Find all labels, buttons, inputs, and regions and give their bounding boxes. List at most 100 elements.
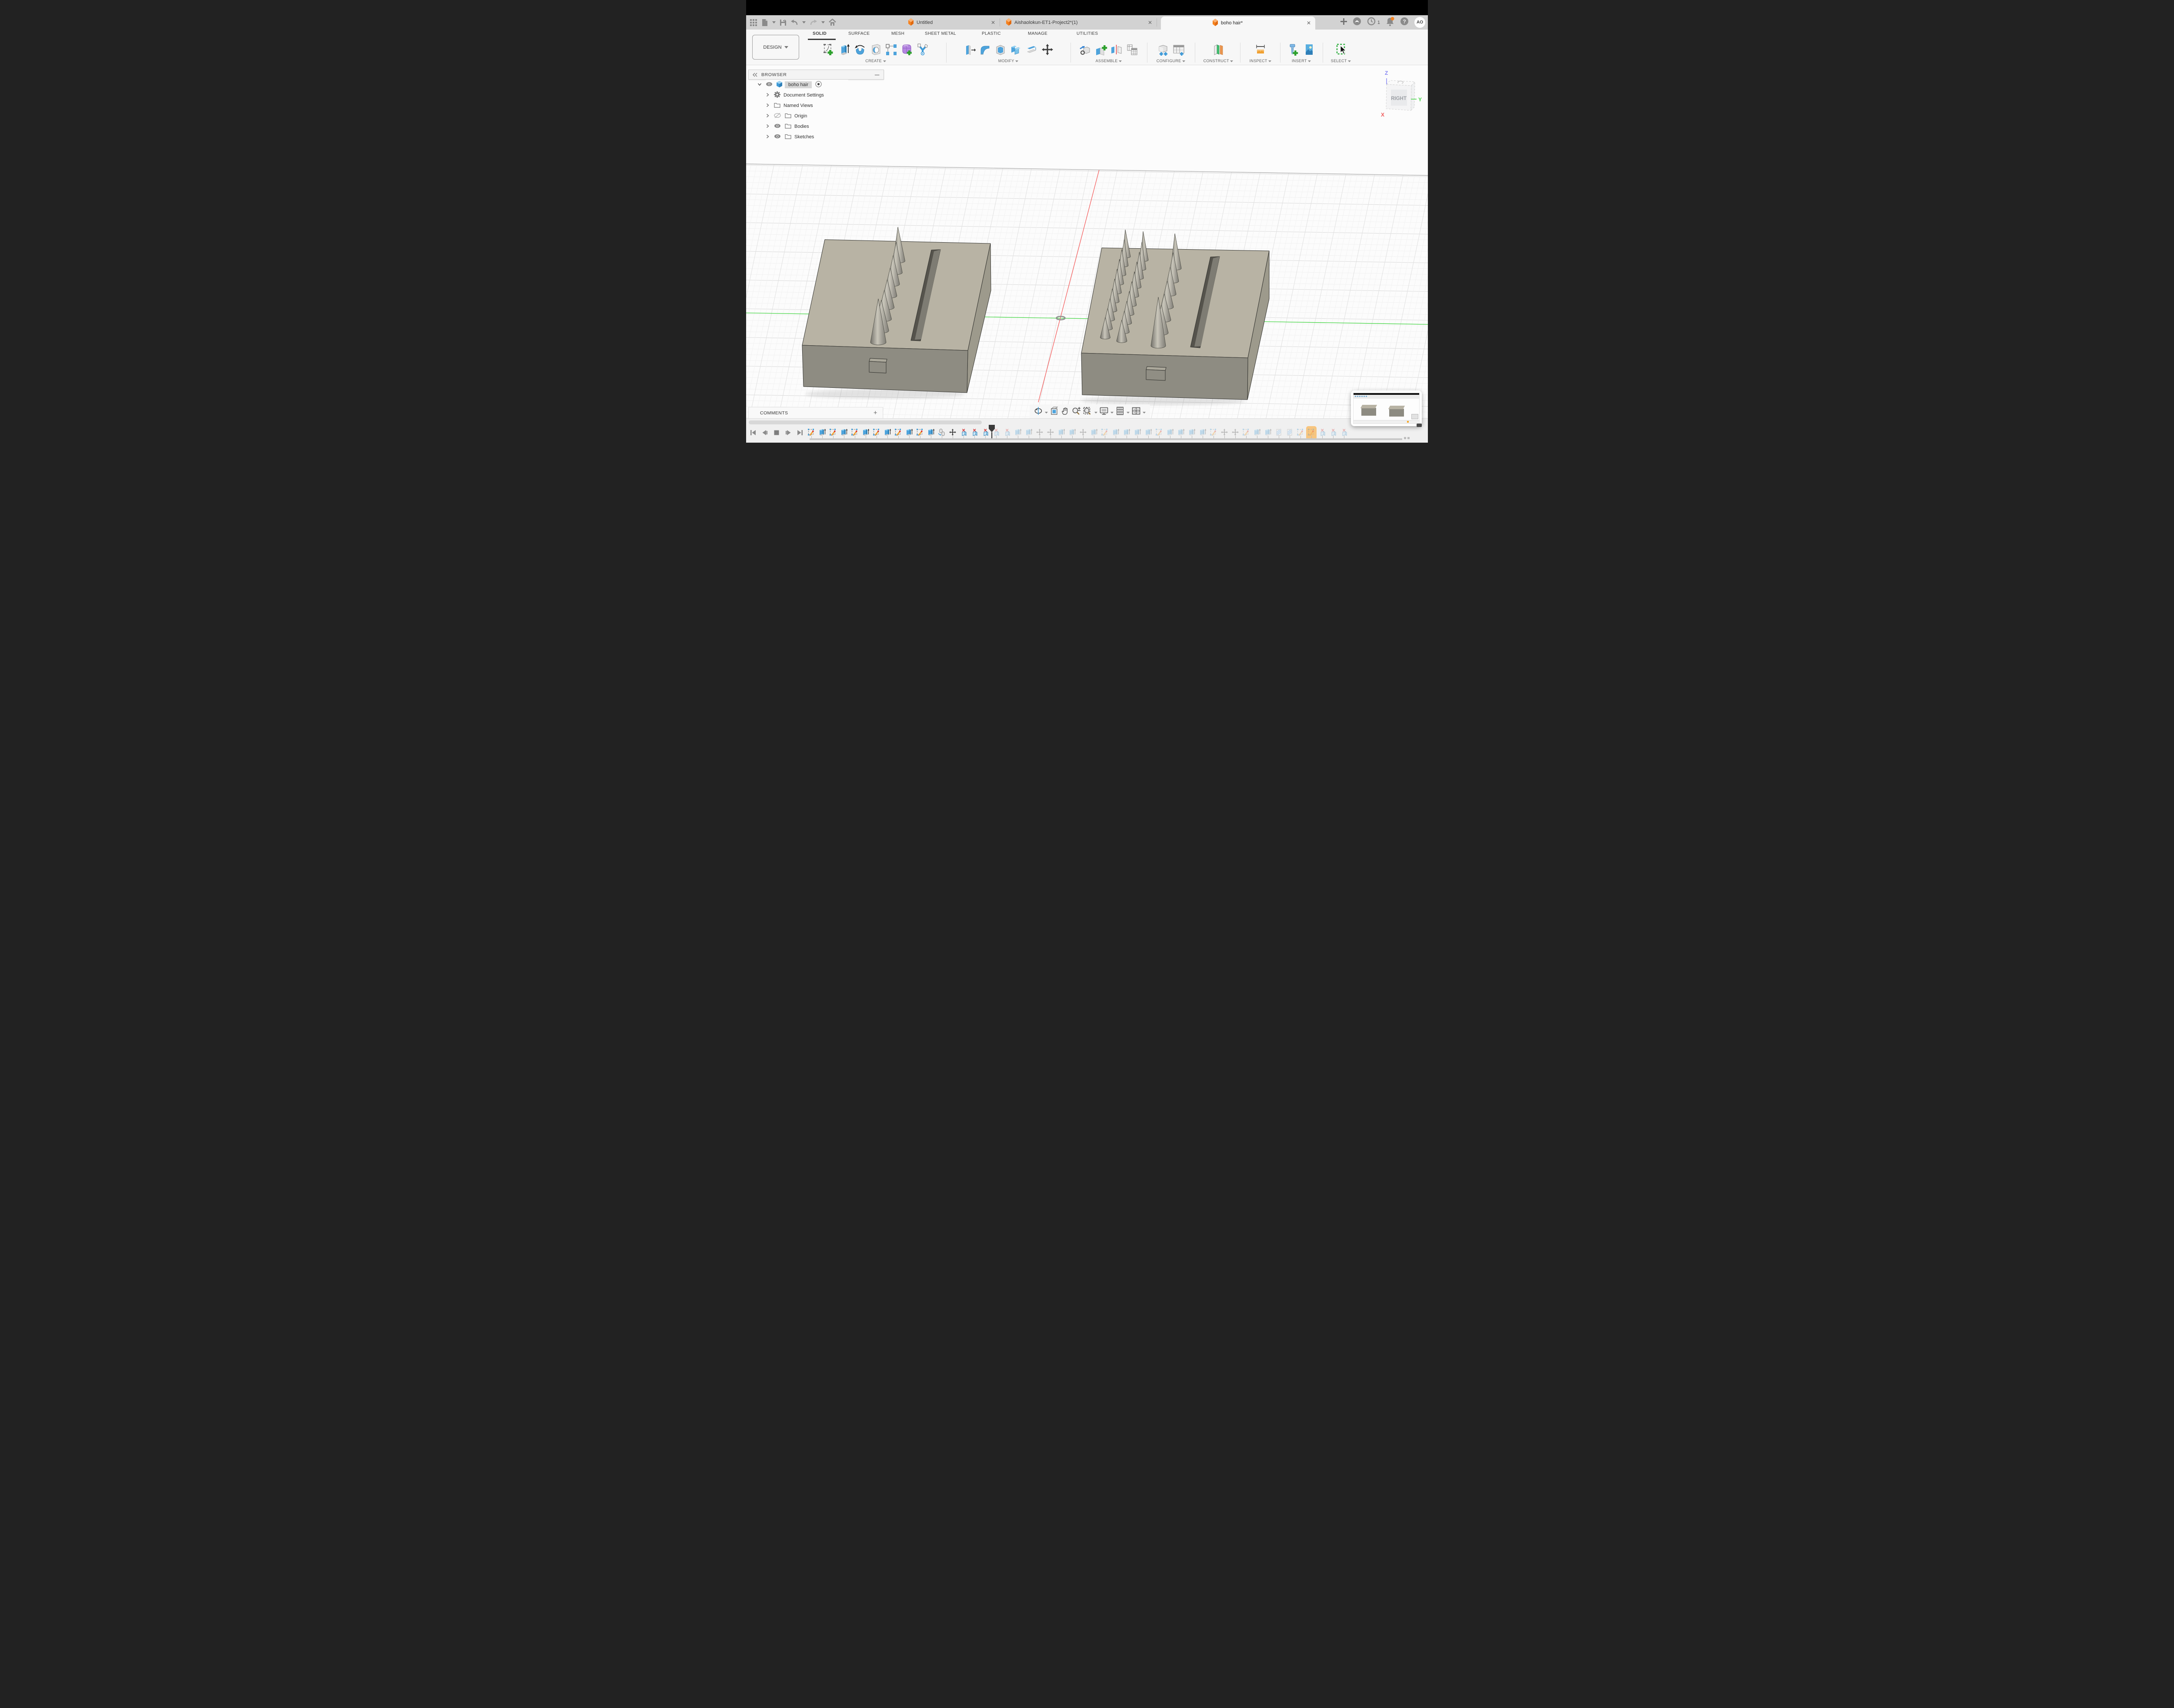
extensions-icon[interactable] [1353, 17, 1361, 28]
timeline-feature-delete[interactable]: ✕ [1340, 428, 1348, 436]
ribbon-tab-sheet-metal[interactable]: SHEET METAL [925, 31, 956, 36]
timeline-feature-extrude[interactable] [1199, 428, 1207, 436]
timeline-feature-delete[interactable]: ✕ [970, 428, 978, 436]
ribbon-tab-plastic[interactable]: PLASTIC [982, 31, 1001, 36]
timeline-feature-extrude[interactable] [1253, 428, 1261, 436]
timeline-feature-extrude[interactable] [1123, 428, 1130, 436]
timeline-feature-copy[interactable] [938, 428, 946, 436]
zoom-icon[interactable] [1072, 407, 1081, 417]
minimize-panel-icon[interactable]: — [875, 72, 880, 77]
timeline-feature-sketch[interactable] [851, 428, 859, 436]
ribbon-group-label[interactable]: INSPECT [1242, 59, 1279, 63]
construction-plane-button[interactable] [1211, 43, 1225, 56]
user-avatar[interactable]: AO [1414, 17, 1425, 28]
timeline-feature-section[interactable] [1286, 428, 1294, 436]
timeline-feature-extrude[interactable] [1177, 428, 1185, 436]
timeline-feature-extrude[interactable] [1134, 428, 1141, 436]
timeline-feature-extrude[interactable] [1166, 428, 1174, 436]
caret-sm-icon[interactable] [1143, 408, 1146, 416]
ribbon-tab-solid[interactable]: SOLID [813, 31, 827, 36]
step-back-icon[interactable] [761, 429, 768, 438]
caret-sm-icon[interactable] [1127, 408, 1130, 416]
look-at-icon[interactable] [1050, 407, 1059, 417]
ribbon-tab-surface[interactable]: SURFACE [848, 31, 870, 36]
document-tab[interactable]: boho hair* ✕ [1161, 17, 1315, 30]
select-window-button[interactable] [1334, 43, 1348, 56]
chev-right-icon[interactable] [765, 103, 770, 109]
timeline-feature-extrude[interactable] [1144, 428, 1152, 436]
form-button[interactable] [900, 43, 914, 56]
chev-right-icon[interactable] [765, 92, 770, 99]
browser-row-bodies[interactable]: Bodies [748, 121, 884, 132]
ribbon-group-label[interactable]: CONSTRUCT [1197, 59, 1239, 63]
browser-root-row[interactable]: boho hair [748, 80, 884, 90]
create-sketch-button[interactable] [822, 43, 836, 56]
timeline-feature-section[interactable] [1275, 428, 1283, 436]
home-icon[interactable] [829, 19, 836, 26]
caret-sm-icon[interactable] [1045, 408, 1048, 416]
zoom-window-icon[interactable] [1083, 407, 1092, 417]
file-icon[interactable] [761, 19, 768, 27]
timeline-feature-delete[interactable]: ✕ [960, 428, 967, 436]
timeline-feature-move[interactable] [1220, 428, 1228, 436]
timeline-feature-move[interactable] [949, 428, 957, 436]
timeline-feature-sketch[interactable] [894, 428, 902, 436]
document-tab[interactable]: Aishaolokun-ET1-Project2*(1) ✕ [1000, 15, 1157, 30]
timeline-feature-sketch[interactable] [1101, 428, 1109, 436]
configuration-table-button[interactable] [1172, 43, 1186, 56]
new-component-button[interactable] [1078, 43, 1092, 56]
go-to-start-icon[interactable] [750, 429, 757, 438]
timeline-feature-delete[interactable]: ✕ [1003, 428, 1011, 436]
combine-button[interactable] [1009, 43, 1023, 56]
ribbon-tab-mesh[interactable]: MESH [891, 31, 904, 36]
ribbon-tab-manage[interactable]: MANAGE [1028, 31, 1047, 36]
timeline-feature-extrude[interactable] [1025, 428, 1033, 436]
document-root-label[interactable]: boho hair [785, 81, 812, 88]
timeline-feature-move[interactable] [1047, 428, 1054, 436]
eye-off-icon[interactable] [774, 113, 781, 120]
ribbon-group-label[interactable]: INSERT [1281, 59, 1322, 63]
undo-icon[interactable] [790, 19, 798, 26]
timeline-feature-sketch[interactable] [873, 428, 880, 436]
step-forward-icon[interactable] [785, 429, 792, 438]
add-comment-icon[interactable]: + [874, 409, 877, 417]
eye-icon[interactable] [766, 82, 773, 88]
timeline-feature-move[interactable] [1036, 428, 1044, 436]
notifications-bell-icon[interactable] [1386, 17, 1394, 28]
go-to-end-icon[interactable] [797, 429, 804, 438]
timeline-feature-extrude[interactable] [884, 428, 891, 436]
timeline-feature-delete[interactable]: ✕ [1329, 428, 1337, 436]
caret-icon[interactable] [821, 21, 825, 23]
timeline-feature-extrude[interactable] [1188, 428, 1196, 436]
timeline-end-marker[interactable] [1407, 437, 1410, 439]
hole-button[interactable] [869, 43, 883, 56]
timeline-feature-extrude[interactable] [1014, 428, 1022, 436]
timeline-feature-sketch[interactable] [1242, 428, 1250, 436]
timeline-feature-move[interactable] [1079, 428, 1087, 436]
save-icon[interactable] [780, 19, 787, 26]
move-copy-button[interactable] [1040, 43, 1054, 56]
new-tab-plus-icon[interactable] [1340, 18, 1347, 27]
timeline-feature-extrude[interactable] [1068, 428, 1076, 436]
chev-right-icon[interactable] [765, 113, 770, 120]
chev-right-icon[interactable] [765, 123, 770, 130]
collapse-panel-icon[interactable] [753, 73, 757, 77]
timeline-feature-move[interactable] [1231, 428, 1239, 436]
pattern-button[interactable] [884, 43, 898, 56]
caret-sm-icon[interactable] [1110, 408, 1114, 416]
browser-row-document-settings[interactable]: Document Settings [748, 90, 884, 100]
timeline-end-marker[interactable] [1404, 437, 1406, 439]
eye-icon[interactable] [774, 123, 781, 130]
browser-row-sketches[interactable]: Sketches [748, 132, 884, 142]
timeline-feature-extrude[interactable] [1057, 428, 1065, 436]
timeline-feature-extrude[interactable] [1264, 428, 1272, 436]
timeline-feature-sketch[interactable] [916, 428, 924, 436]
stop-icon[interactable] [773, 429, 780, 438]
timeline-feature-extrude[interactable] [840, 428, 848, 436]
configuration-button[interactable] [1156, 43, 1170, 56]
grid-settings-icon[interactable] [1116, 407, 1124, 417]
insert-fastener-button[interactable] [1287, 43, 1300, 56]
pan-icon[interactable] [1061, 407, 1070, 417]
close-tab-icon[interactable]: ✕ [1302, 20, 1315, 26]
chev-down-icon[interactable] [757, 82, 762, 88]
